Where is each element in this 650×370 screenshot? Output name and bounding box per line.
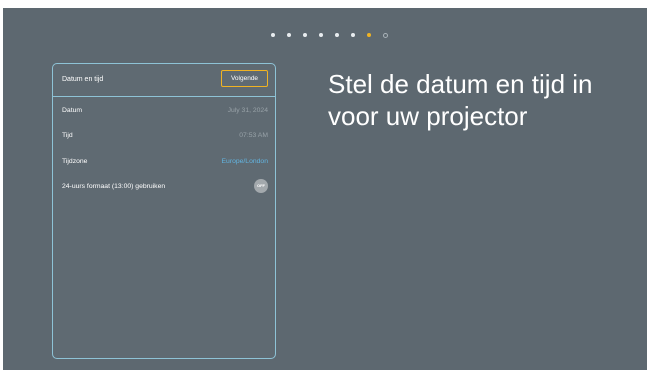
date-label: Datum (62, 107, 83, 114)
step-dot-3 (303, 33, 307, 37)
24-hour-format-toggle[interactable]: OFF (254, 179, 268, 193)
24-hour-format-row[interactable]: 24-uurs formaat (13:00) gebruiken OFF (62, 177, 268, 197)
time-row[interactable]: Tijd 07:53 AM (62, 126, 268, 146)
24-hour-format-label: 24-uurs formaat (13:00) gebruiken (62, 183, 166, 190)
next-button[interactable]: Volgende (221, 70, 268, 87)
step-dot-5 (335, 33, 339, 37)
timezone-value: Europe/London (221, 158, 269, 165)
step-dot-1 (271, 33, 275, 37)
timezone-label: Tijdzone (62, 158, 88, 165)
time-label: Tijd (62, 132, 73, 139)
page-heading: Stel de datum en tijd in voor uw project… (328, 68, 628, 132)
timezone-row[interactable]: Tijdzone Europe/London (62, 152, 268, 172)
heading-line-1: Stel de datum en tijd in (328, 69, 593, 99)
panel-header: Datum en tijd Volgende (53, 64, 275, 97)
step-dot-6 (351, 33, 355, 37)
time-value: 07:53 AM (239, 132, 268, 139)
date-time-panel: Datum en tijd Volgende Datum July 31, 20… (52, 63, 276, 359)
setup-screen: Datum en tijd Volgende Datum July 31, 20… (3, 8, 647, 370)
panel-title: Datum en tijd (62, 76, 104, 83)
step-dot-7-active (367, 33, 371, 37)
step-dot-4 (319, 33, 323, 37)
step-dot-2 (287, 33, 291, 37)
date-row[interactable]: Datum July 31, 2024 (62, 101, 268, 121)
date-value: July 31, 2024 (227, 107, 268, 114)
heading-line-2: voor uw projector (328, 101, 528, 131)
step-dot-8 (383, 33, 388, 38)
